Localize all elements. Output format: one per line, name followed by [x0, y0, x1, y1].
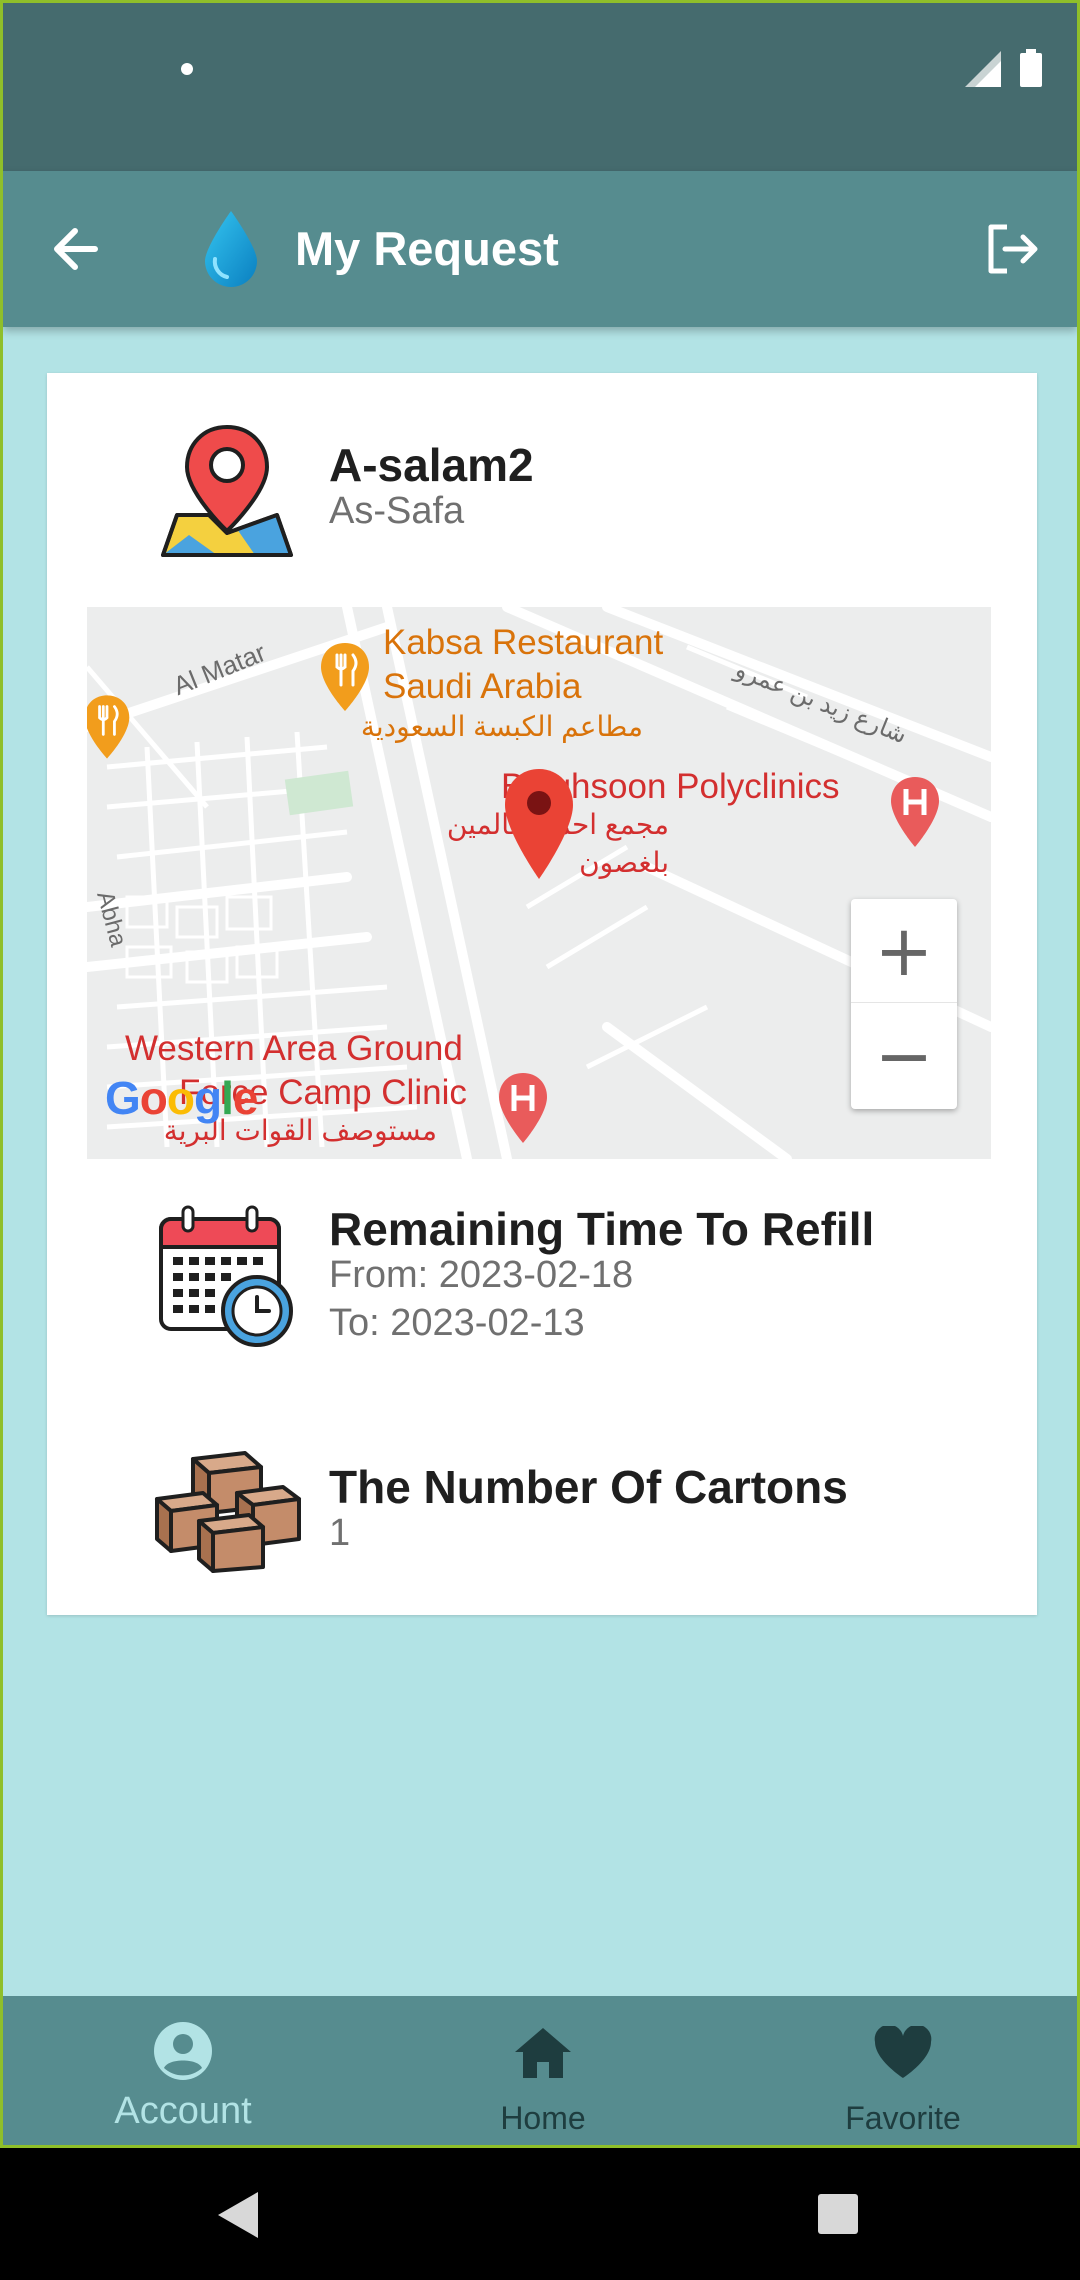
system-back-icon[interactable] — [214, 2190, 262, 2240]
refill-to: To: 2023-02-13 — [329, 1302, 585, 1344]
restaurant-marker-left-icon — [87, 695, 130, 759]
page-title: My Request — [295, 222, 559, 275]
refill-from: From: 2023-02-18 — [329, 1254, 634, 1296]
bottom-navigation: Account Home Favorite — [3, 1996, 1077, 2145]
back-arrow-icon[interactable] — [45, 217, 109, 281]
restaurant-marker-icon — [321, 643, 369, 711]
zoom-out-button[interactable]: − — [851, 1004, 957, 1108]
zoom-control: + − — [851, 899, 957, 1109]
battery-icon — [1020, 49, 1042, 87]
system-recents-icon[interactable] — [818, 2194, 858, 2234]
cartons-icon — [155, 1451, 301, 1573]
heart-icon — [874, 2026, 932, 2078]
nav-favorite[interactable]: Favorite — [783, 1996, 1023, 2145]
location-marker-icon[interactable] — [503, 767, 575, 881]
signal-icon — [965, 51, 1001, 87]
location-district: As-Safa — [329, 490, 465, 532]
map-label-western-1: Western Area Ground — [125, 1029, 463, 1068]
calendar-clock-icon — [159, 1205, 293, 1347]
cartons-count: 1 — [329, 1512, 351, 1554]
nav-favorite-label: Favorite — [845, 2100, 961, 2136]
zoom-in-button[interactable]: + — [851, 899, 957, 1003]
nav-home-label: Home — [500, 2100, 586, 2136]
map-label-kabsa-2: Saudi Arabia — [383, 667, 582, 706]
account-icon — [154, 2022, 212, 2080]
cartons-title: The Number Of Cartons — [329, 1461, 848, 1513]
map-label-kabsa: Kabsa Restaurant — [383, 623, 664, 662]
map-view[interactable]: Kabsa Restaurant Saudi Arabia مطاعم الكب… — [87, 607, 991, 1159]
hospital-marker-2-icon — [499, 1073, 547, 1143]
refill-title: Remaining Time To Refill — [329, 1203, 875, 1255]
map-pin-icon — [161, 424, 293, 557]
google-logo: Google — [105, 1072, 258, 1124]
nav-home[interactable]: Home — [423, 1996, 663, 2145]
logout-icon[interactable] — [979, 217, 1043, 281]
notification-dot — [181, 63, 193, 75]
water-drop-icon — [205, 211, 257, 287]
nav-account-label: Account — [114, 2090, 252, 2132]
location-name: A-salam2 — [329, 439, 534, 491]
request-card: A-salam2 As-Safa Kabsa Restaurant Saudi … — [47, 373, 1037, 1615]
app-bar: My Request — [3, 171, 1077, 327]
hospital-marker-icon — [891, 777, 939, 847]
status-bar — [3, 3, 1077, 171]
app-frame: My Request A-salam2 As-Safa Kabsa Restau… — [0, 0, 1080, 2148]
system-navigation-bar — [0, 2148, 1080, 2280]
nav-account[interactable]: Account — [63, 1996, 303, 2145]
map-label-kabsa-ar: مطاعم الكبسة السعودية — [360, 711, 643, 742]
home-icon — [515, 2028, 571, 2078]
